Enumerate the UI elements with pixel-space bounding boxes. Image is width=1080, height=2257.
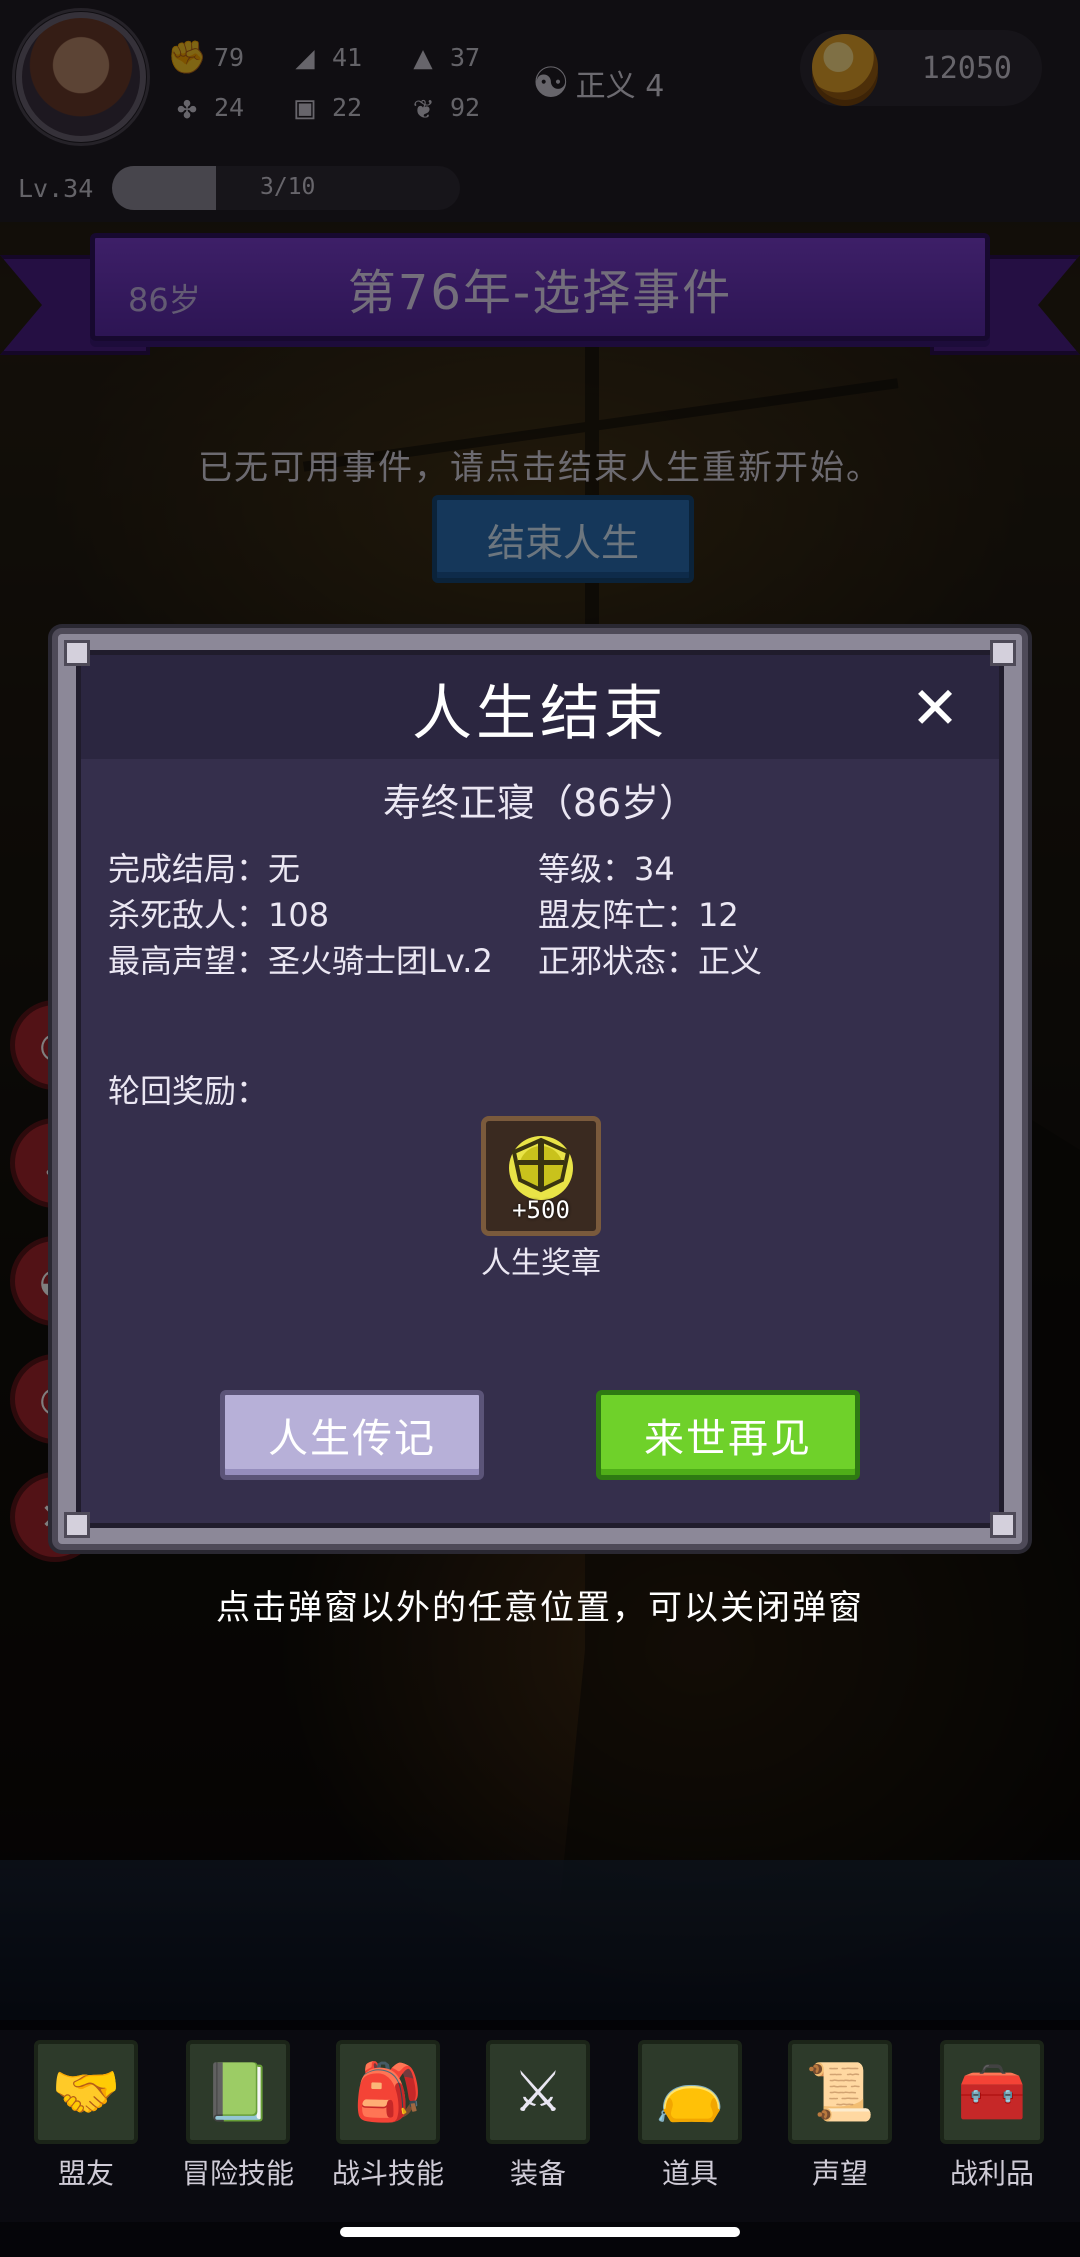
frame-corner xyxy=(64,1512,90,1538)
frame-corner xyxy=(990,640,1016,666)
allies-lost: 盟友阵亡：12 xyxy=(538,896,739,934)
enemies-killed: 杀死敌人：108 xyxy=(108,896,330,934)
nav-allies[interactable]: 🤝 盟友 xyxy=(24,2040,144,2210)
endings-completed: 完成结局：无 xyxy=(108,850,301,888)
book-icon: 📗 xyxy=(186,2040,290,2144)
frame-corner xyxy=(990,1512,1016,1538)
frame-corner xyxy=(64,640,90,666)
nav-reputation[interactable]: 📜 声望 xyxy=(778,2040,898,2210)
nav-items[interactable]: 👝 道具 xyxy=(628,2040,748,2210)
nav-combat-skills[interactable]: 🎒 战斗技能 xyxy=(326,2040,446,2210)
crossed-swords-icon: ⚔ xyxy=(486,2040,590,2144)
final-level: 等级：34 xyxy=(538,850,675,888)
nav-equipment[interactable]: ⚔ 装备 xyxy=(476,2040,596,2210)
home-indicator[interactable] xyxy=(340,2227,740,2237)
next-life-button[interactable]: 来世再见 xyxy=(596,1390,860,1480)
pouch-icon: 👝 xyxy=(638,2040,742,2144)
nav-loot[interactable]: 🧰 战利品 xyxy=(930,2040,1050,2210)
reincarnation-reward-label: 轮回奖励： xyxy=(108,1072,269,1110)
handshake-icon: 🤝 xyxy=(34,2040,138,2144)
life-biography-button[interactable]: 人生传记 xyxy=(220,1390,484,1480)
close-icon[interactable]: ✕ xyxy=(890,670,980,746)
highest-reputation: 最高声望：圣火骑士团Lv.2 xyxy=(108,942,493,980)
alignment-state: 正邪状态：正义 xyxy=(538,942,763,980)
treasure-chest-icon: 🧰 xyxy=(940,2040,1044,2144)
close-hint: 点击弹窗以外的任意位置，可以关闭弹窗 xyxy=(216,1588,864,1628)
scroll-icon: 📜 xyxy=(788,2040,892,2144)
backpack-icon: 🎒 xyxy=(336,2040,440,2144)
reward-count: +500 xyxy=(512,1196,570,1224)
nav-adventure-skills[interactable]: 📗 冒险技能 xyxy=(176,2040,296,2210)
reward-name: 人生奖章 xyxy=(481,1246,601,1281)
death-cause: 寿终正寝（86岁） xyxy=(382,781,698,825)
